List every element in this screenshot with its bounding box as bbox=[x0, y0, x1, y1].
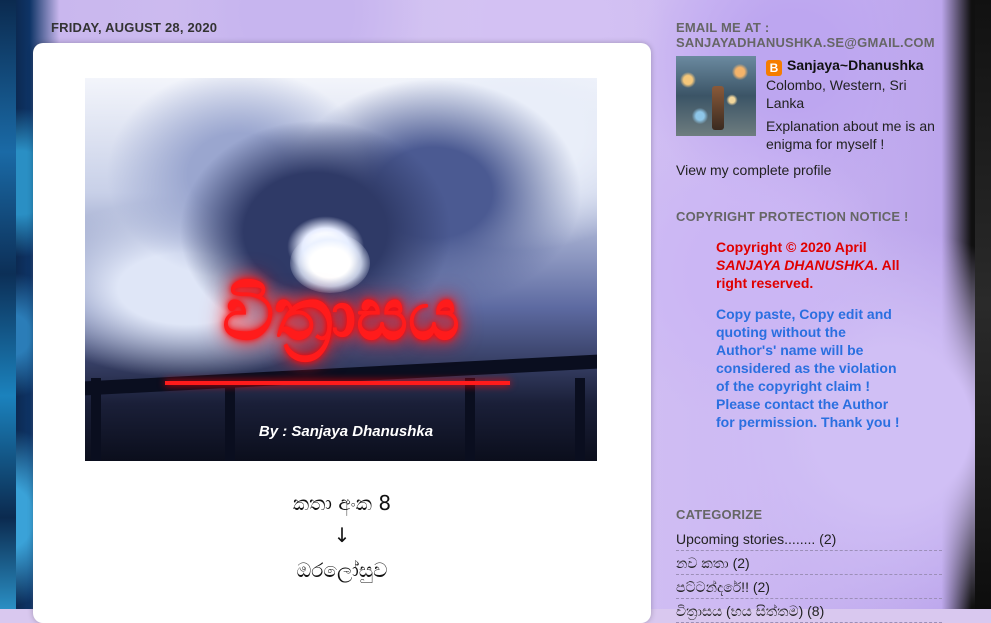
category-count: (8) bbox=[807, 603, 825, 619]
bridge-rail bbox=[85, 354, 597, 396]
categories-widget-title: CATEGORIZE bbox=[676, 507, 763, 522]
profile-photo[interactable] bbox=[676, 56, 756, 136]
post-date-header: FRIDAY, AUGUST 28, 2020 bbox=[51, 20, 218, 35]
email-label: EMAIL ME AT : bbox=[676, 20, 770, 35]
view-profile-link[interactable]: View my complete profile bbox=[676, 161, 831, 179]
category-link[interactable]: නව කතා bbox=[676, 555, 729, 571]
copyright-line: Copyright © 2020 April bbox=[716, 239, 867, 255]
post-card: විත්‍රාසය By : Sanjaya Dhanushka කතා අංක… bbox=[33, 43, 651, 623]
category-count: (2) bbox=[819, 531, 837, 547]
blogger-icon: B bbox=[766, 60, 782, 76]
cover-byline: By : Sanjaya Dhanushka bbox=[258, 423, 434, 440]
down-arrow-icon: ↓ bbox=[333, 523, 351, 547]
category-link[interactable]: පට්ටන්දරේ!! bbox=[676, 579, 749, 595]
bridge-post bbox=[465, 378, 475, 461]
profile-about: Explanation about me is an enigma for my… bbox=[766, 118, 935, 152]
category-item[interactable]: Upcoming stories........ (2) bbox=[676, 527, 942, 551]
category-count: (2) bbox=[732, 555, 750, 571]
email-address: SANJAYADHANUSHKA.SE@GMAIL.COM bbox=[676, 35, 935, 50]
category-link[interactable]: විත්‍රාසය (භය සිත්තම) bbox=[676, 603, 803, 619]
bridge-post bbox=[575, 378, 585, 461]
cover-title: විත්‍රාසය bbox=[222, 272, 460, 356]
email-widget-title: EMAIL ME AT : SANJAYADHANUSHKA.SE@GMAIL.… bbox=[676, 20, 935, 50]
post-cover-image[interactable]: විත්‍රාසය By : Sanjaya Dhanushka bbox=[85, 78, 597, 461]
bridge-post bbox=[225, 378, 235, 461]
right-scroll-area bbox=[975, 0, 991, 609]
figure-in-photo bbox=[712, 86, 724, 130]
copyright-notice: Copy paste, Copy edit and quoting withou… bbox=[716, 306, 900, 430]
copyright-block: Copyright © 2020 April SANJAYA DHANUSHKA… bbox=[716, 238, 901, 431]
story-number: කතා අංක 8 bbox=[292, 491, 392, 515]
copyright-widget-title: COPYRIGHT PROTECTION NOTICE ! bbox=[676, 209, 909, 224]
profile-info: B Sanjaya~Dhanushka Colombo, Western, Sri… bbox=[766, 56, 946, 153]
copyright-text: Copyright © 2020 April SANJAYA DHANUSHKA… bbox=[716, 238, 901, 292]
profile-location: Colombo, Western, Sri Lanka bbox=[766, 77, 907, 111]
category-item[interactable]: නව කතා (2) bbox=[676, 551, 942, 575]
copyright-author: SANJAYA DHANUSHKA. bbox=[716, 257, 879, 273]
story-title: ඔරලෝසුව bbox=[296, 558, 388, 582]
category-item[interactable]: විත්‍රාසය (භය සිත්තම) (8) bbox=[676, 599, 942, 623]
bridge-post bbox=[91, 378, 101, 461]
cover-title-underline bbox=[165, 381, 510, 385]
profile-name-link[interactable]: Sanjaya~Dhanushka bbox=[787, 57, 924, 73]
category-item[interactable]: පට්ටන්දරේ!! (2) bbox=[676, 575, 942, 599]
left-decor-strip bbox=[0, 0, 16, 609]
category-link[interactable]: Upcoming stories........ bbox=[676, 531, 815, 547]
category-count: (2) bbox=[752, 579, 770, 595]
